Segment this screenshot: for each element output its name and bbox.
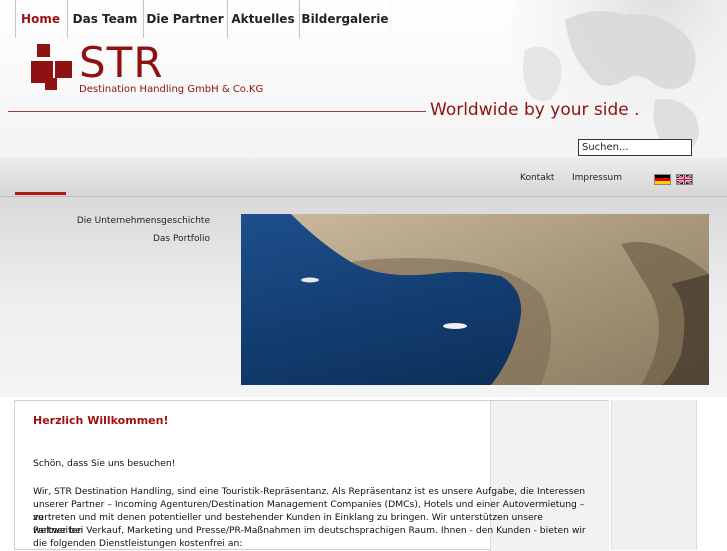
nav-active-indicator xyxy=(15,192,66,195)
tagline: Worldwide by your side . xyxy=(430,100,640,120)
hero-image xyxy=(241,214,709,385)
world-map-graphic xyxy=(510,0,727,158)
nav-aktuelles[interactable]: Aktuelles xyxy=(227,0,299,38)
body-line-1: Wir, STR Destination Handling, sind eine… xyxy=(33,486,586,497)
kontakt-link[interactable]: Kontakt xyxy=(520,158,554,196)
body-line-4: Partner bei Verkauf, Marketing und Press… xyxy=(33,525,586,536)
subnav-unternehmensgeschichte[interactable]: Die Unternehmensgeschichte xyxy=(77,216,210,226)
nav-die-partner[interactable]: Die Partner xyxy=(143,0,227,38)
logo-mark-icon xyxy=(31,44,72,90)
nav-home[interactable]: Home xyxy=(15,0,66,38)
impressum-link[interactable]: Impressum xyxy=(572,158,622,196)
brand-subtitle: Destination Handling GmbH & Co.KG xyxy=(79,84,264,95)
de-flag-icon[interactable] xyxy=(654,174,671,185)
body-line-5: die folgenden Dienstleistungen kostenfre… xyxy=(33,538,243,549)
right-rail xyxy=(611,400,697,550)
nav-das-team[interactable]: Das Team xyxy=(67,0,143,38)
intro-text: Schön, dass Sie uns besuchen! xyxy=(33,458,176,469)
search-input[interactable] xyxy=(578,139,692,156)
subnav-portfolio[interactable]: Das Portfolio xyxy=(153,234,210,244)
uk-flag-icon[interactable] xyxy=(676,174,693,185)
tagline-rule xyxy=(8,111,426,112)
welcome-heading: Herzlich Willkommen! xyxy=(33,414,169,427)
nav-bildergalerie[interactable]: Bildergalerie xyxy=(299,0,391,38)
brand-name[interactable]: STR xyxy=(79,40,164,86)
